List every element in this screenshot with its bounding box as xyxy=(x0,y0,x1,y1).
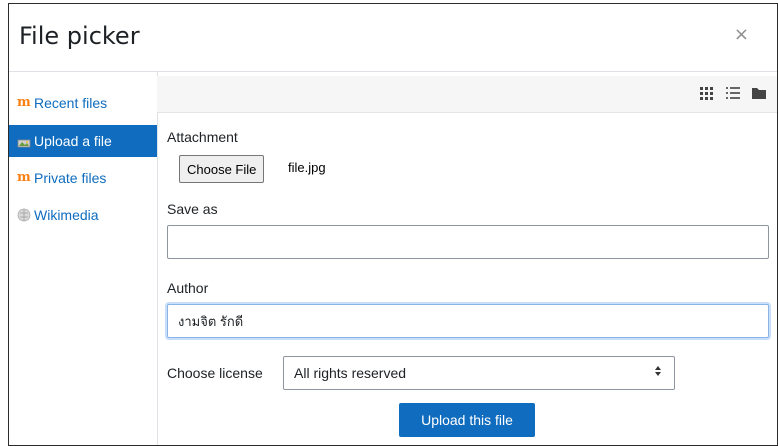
upload-panel: Attachment Choose File file.jpg Save as … xyxy=(157,72,777,445)
wikimedia-icon xyxy=(17,208,31,222)
sidebar-item-label: Private files xyxy=(34,170,107,186)
save-as-label: Save as xyxy=(167,201,218,217)
choose-license-label: Choose license xyxy=(167,365,263,381)
grid-view-icon[interactable] xyxy=(699,86,715,100)
file-picker-dialog: File picker × m​ Recent files Upload a f… xyxy=(8,3,778,446)
selected-file-name: file.jpg xyxy=(288,160,326,175)
dialog-title: File picker xyxy=(19,22,140,50)
view-toolbar xyxy=(157,76,777,113)
list-view-icon[interactable] xyxy=(725,86,741,100)
select-arrow-icon xyxy=(654,365,662,380)
choose-file-button[interactable]: Choose File xyxy=(179,155,265,183)
attachment-label: Attachment xyxy=(167,129,238,145)
sidebar-item-label: Upload a file xyxy=(34,133,112,149)
sidebar-item-private-files[interactable]: m Private files xyxy=(9,162,157,194)
sidebar-item-label: Wikimedia xyxy=(34,207,99,223)
save-as-input[interactable] xyxy=(167,225,769,259)
upload-icon xyxy=(17,134,31,148)
dialog-header: File picker × xyxy=(9,4,777,72)
sidebar-item-wikimedia[interactable]: Wikimedia xyxy=(9,199,157,231)
license-select[interactable]: All rights reserved xyxy=(283,356,675,390)
moodle-icon: m​ xyxy=(17,95,31,110)
close-icon[interactable]: × xyxy=(734,24,749,45)
upload-this-file-button[interactable]: Upload this file xyxy=(399,403,535,437)
author-input[interactable]: งามจิต รักดี xyxy=(167,304,769,338)
sidebar-item-label: Recent files xyxy=(34,95,108,111)
repository-sidebar: m​ Recent files Upload a file m Private … xyxy=(9,72,158,445)
author-label: Author xyxy=(167,280,209,296)
license-select-value: All rights reserved xyxy=(294,365,407,381)
folder-view-icon[interactable] xyxy=(751,86,767,100)
moodle-icon: m xyxy=(17,170,31,185)
sidebar-item-upload-a-file[interactable]: Upload a file xyxy=(9,125,157,157)
sidebar-item-recent-files[interactable]: m​ Recent files xyxy=(9,87,157,119)
